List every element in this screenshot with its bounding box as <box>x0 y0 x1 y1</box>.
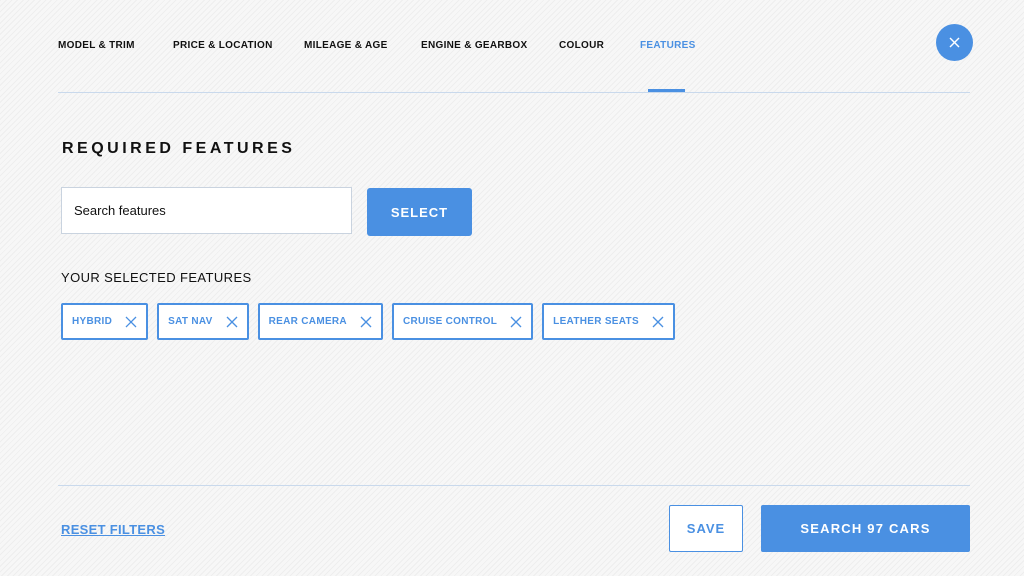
selected-features-heading: YOUR SELECTED FEATURES <box>61 270 252 285</box>
tab-engine-gearbox[interactable]: ENGINE & GEARBOX <box>421 38 527 54</box>
chip-label: REAR CAMERA <box>268 316 347 327</box>
search-features-input[interactable] <box>61 187 352 234</box>
footer-divider <box>58 485 970 486</box>
feature-chip-rear-camera[interactable]: REAR CAMERA <box>257 303 383 340</box>
tab-features[interactable]: FEATURES <box>640 38 696 54</box>
select-button[interactable]: SELECT <box>367 188 472 236</box>
remove-icon[interactable] <box>359 315 373 329</box>
chip-label: LEATHER SEATS <box>553 316 639 327</box>
remove-icon[interactable] <box>651 315 665 329</box>
chip-label: HYBRID <box>72 316 113 327</box>
remove-icon[interactable] <box>225 315 239 329</box>
chip-label: SAT NAV <box>168 316 213 327</box>
section-title: REQUIRED FEATURES <box>62 140 296 157</box>
close-button[interactable] <box>936 24 973 61</box>
feature-chip-hybrid[interactable]: HYBRID <box>61 303 149 340</box>
tab-price-location[interactable]: PRICE & LOCATION <box>173 38 273 54</box>
tab-colour[interactable]: COLOUR <box>559 38 604 54</box>
header-divider <box>58 92 970 93</box>
save-button[interactable]: SAVE <box>669 505 743 552</box>
search-cars-button[interactable]: SEARCH 97 CARS <box>761 505 970 552</box>
remove-icon[interactable] <box>124 315 138 329</box>
feature-chip-leather-seats[interactable]: LEATHER SEATS <box>542 303 675 340</box>
reset-filters-link[interactable]: RESET FILTERS <box>61 522 165 537</box>
tab-mileage-age[interactable]: MILEAGE & AGE <box>304 38 388 54</box>
feature-chip-cruise-control[interactable]: CRUISE CONTROL <box>391 303 534 340</box>
feature-chip-sat-nav[interactable]: SAT NAV <box>157 303 249 340</box>
chip-label: CRUISE CONTROL <box>402 316 498 327</box>
close-icon <box>949 37 960 48</box>
remove-icon[interactable] <box>509 315 523 329</box>
selected-features-list: HYBRID SAT NAV REAR CAMERA CRUISE CONTRO… <box>61 303 675 340</box>
tab-model-trim[interactable]: MODEL & TRIM <box>58 38 135 54</box>
